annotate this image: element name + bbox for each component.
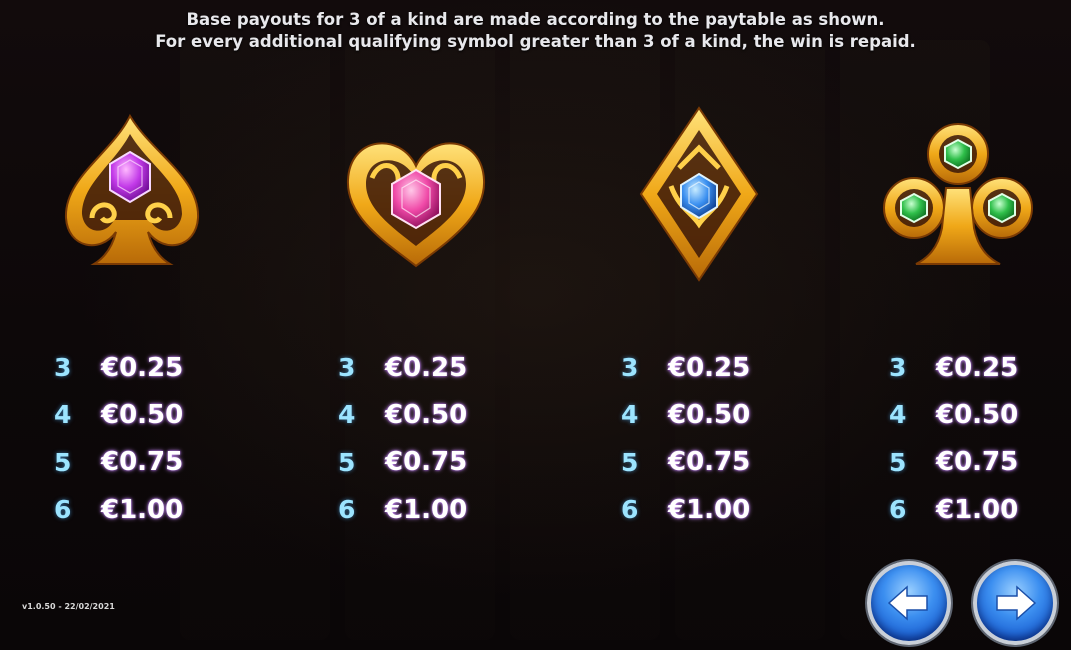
paytable-heart: 3 €0.25 4 €0.50 5 €0.75 6 €1.00 — [336, 344, 516, 533]
pay-value: €0.75 — [668, 447, 751, 478]
payout-info-line-1: Base payouts for 3 of a kind are made ac… — [186, 10, 885, 29]
pay-value: €0.25 — [385, 352, 468, 383]
pay-count: 6 — [54, 495, 72, 525]
pay-value: €1.00 — [385, 494, 468, 525]
pay-row: 4 €0.50 — [887, 391, 1067, 438]
pay-count: 5 — [338, 447, 356, 477]
pay-count: 3 — [889, 353, 907, 383]
pay-value: €0.75 — [385, 447, 468, 478]
gold-spade-purple-gem-icon — [52, 108, 212, 278]
paytable-diamond: 3 €0.25 4 €0.50 5 €0.75 6 €1.00 — [619, 344, 799, 533]
pay-value: €0.50 — [936, 399, 1019, 430]
paytable-spade: 3 €0.25 4 €0.50 5 €0.75 6 €1.00 — [52, 344, 232, 533]
pay-count: 4 — [338, 400, 356, 430]
pay-row: 6 €1.00 — [336, 486, 516, 533]
pay-count: 3 — [338, 353, 356, 383]
pay-value: €0.25 — [936, 352, 1019, 383]
pay-row: 5 €0.75 — [336, 439, 516, 486]
gold-club-green-gem-icon — [878, 108, 1038, 278]
pay-value: €0.25 — [668, 352, 751, 383]
previous-page-button[interactable] — [867, 561, 951, 645]
paytable-club: 3 €0.25 4 €0.50 5 €0.75 6 €1.00 — [887, 344, 1067, 533]
payout-info-line-2: For every additional qualifying symbol g… — [155, 32, 916, 51]
pay-count: 6 — [621, 495, 639, 525]
pay-value: €1.00 — [668, 494, 751, 525]
pay-value: €0.75 — [936, 447, 1019, 478]
arrow-left-icon — [887, 585, 928, 621]
pay-row: 4 €0.50 — [619, 391, 799, 438]
payout-info-text: Base payouts for 3 of a kind are made ac… — [0, 9, 1071, 53]
arrow-right-icon — [996, 585, 1037, 621]
pay-row: 3 €0.25 — [887, 344, 1067, 391]
pay-count: 6 — [889, 495, 907, 525]
pay-count: 4 — [54, 400, 72, 430]
pay-value: €0.50 — [101, 399, 184, 430]
pay-row: 6 €1.00 — [52, 486, 232, 533]
pay-row: 5 €0.75 — [887, 439, 1067, 486]
pay-row: 6 €1.00 — [619, 486, 799, 533]
pay-row: 3 €0.25 — [619, 344, 799, 391]
pay-row: 3 €0.25 — [336, 344, 516, 391]
pay-count: 4 — [889, 400, 907, 430]
pay-row: 5 €0.75 — [52, 439, 232, 486]
gold-heart-pink-gem-icon — [336, 108, 496, 278]
pay-row: 6 €1.00 — [887, 486, 1067, 533]
pay-value: €0.75 — [101, 447, 184, 478]
pay-value: €1.00 — [101, 494, 184, 525]
pay-count: 6 — [338, 495, 356, 525]
pay-count: 3 — [54, 353, 72, 383]
pay-count: 5 — [889, 447, 907, 477]
pay-count: 5 — [54, 447, 72, 477]
pay-row: 3 €0.25 — [52, 344, 232, 391]
pay-value: €0.50 — [385, 399, 468, 430]
pay-row: 4 €0.50 — [336, 391, 516, 438]
version-label: v1.0.50 - 22/02/2021 — [22, 602, 115, 611]
paytable-screen: Base payouts for 3 of a kind are made ac… — [0, 0, 1071, 650]
pay-count: 3 — [621, 353, 639, 383]
pay-count: 4 — [621, 400, 639, 430]
pay-count: 5 — [621, 447, 639, 477]
pay-row: 4 €0.50 — [52, 391, 232, 438]
next-page-button[interactable] — [973, 561, 1057, 645]
pay-row: 5 €0.75 — [619, 439, 799, 486]
gold-diamond-blue-gem-icon — [619, 106, 779, 282]
pay-value: €1.00 — [936, 494, 1019, 525]
pay-value: €0.50 — [668, 399, 751, 430]
pay-value: €0.25 — [101, 352, 184, 383]
